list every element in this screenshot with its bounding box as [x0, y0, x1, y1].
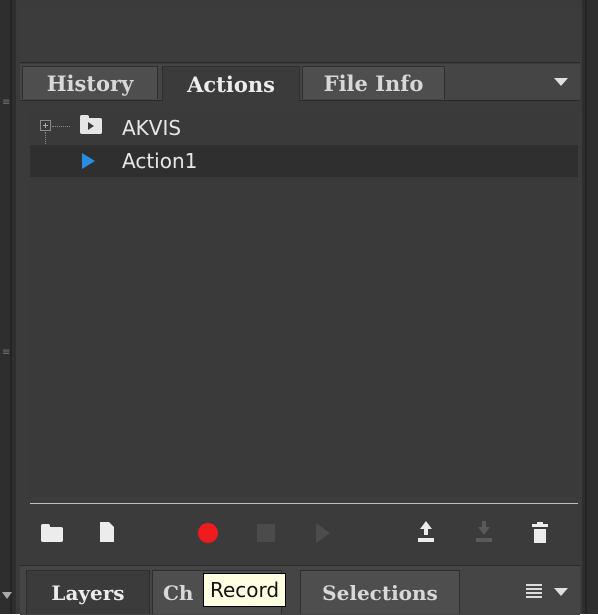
panel-tab-bar: History Actions File Info — [20, 64, 580, 101]
right-dock-strip — [582, 0, 598, 614]
tab-file-info[interactable]: File Info — [302, 66, 445, 99]
toolbar-divider — [30, 503, 578, 504]
new-action-button[interactable] — [94, 519, 122, 547]
record-button[interactable] — [194, 519, 222, 547]
actions-tree: AKVIS Action1 — [30, 112, 578, 497]
bottom-menu-chevron-down-icon[interactable] — [554, 588, 568, 596]
tree-item-label: AKVIS — [122, 116, 182, 140]
tab-history[interactable]: History — [22, 66, 158, 99]
new-set-button[interactable] — [38, 519, 66, 547]
upload-icon — [416, 521, 436, 545]
page-icon — [100, 522, 114, 542]
tab-selections[interactable]: Selections — [300, 570, 460, 614]
record-tooltip: Record — [203, 573, 287, 607]
panel-menu-chevron-down-icon[interactable] — [554, 78, 568, 86]
stop-icon — [257, 524, 275, 542]
export-button[interactable] — [412, 519, 440, 547]
resize-handle[interactable]: ≡ — [2, 98, 10, 108]
left-separator — [10, 0, 12, 614]
collapse-arrow-icon[interactable] — [2, 592, 12, 599]
resize-handle[interactable]: ≡ — [2, 348, 10, 358]
download-icon — [474, 521, 494, 545]
play-icon — [316, 523, 330, 543]
tab-actions[interactable]: Actions — [162, 66, 300, 101]
folder-icon — [41, 524, 63, 542]
action-play-icon — [82, 153, 95, 169]
right-separator — [585, 0, 587, 614]
tab-layers[interactable]: Layers — [26, 570, 150, 614]
tree-item-label: Action1 — [122, 149, 198, 173]
trash-icon — [532, 522, 548, 544]
delete-button[interactable] — [526, 519, 554, 547]
left-dock-strip: ≡ ≡ — [0, 0, 16, 614]
upper-panel-area — [20, 8, 580, 63]
record-icon — [198, 523, 218, 543]
bottom-tab-bar: Layers Ch Selections — [20, 565, 580, 615]
actions-toolbar — [20, 505, 580, 563]
stop-button[interactable] — [252, 519, 280, 547]
tree-item-akvis[interactable]: AKVIS — [30, 112, 578, 144]
play-button[interactable] — [308, 519, 336, 547]
list-menu-icon[interactable] — [526, 584, 542, 598]
expand-plus-icon[interactable] — [40, 120, 51, 131]
folder-icon — [80, 115, 102, 134]
tree-item-action1[interactable]: Action1 — [30, 145, 578, 177]
import-button[interactable] — [470, 519, 498, 547]
